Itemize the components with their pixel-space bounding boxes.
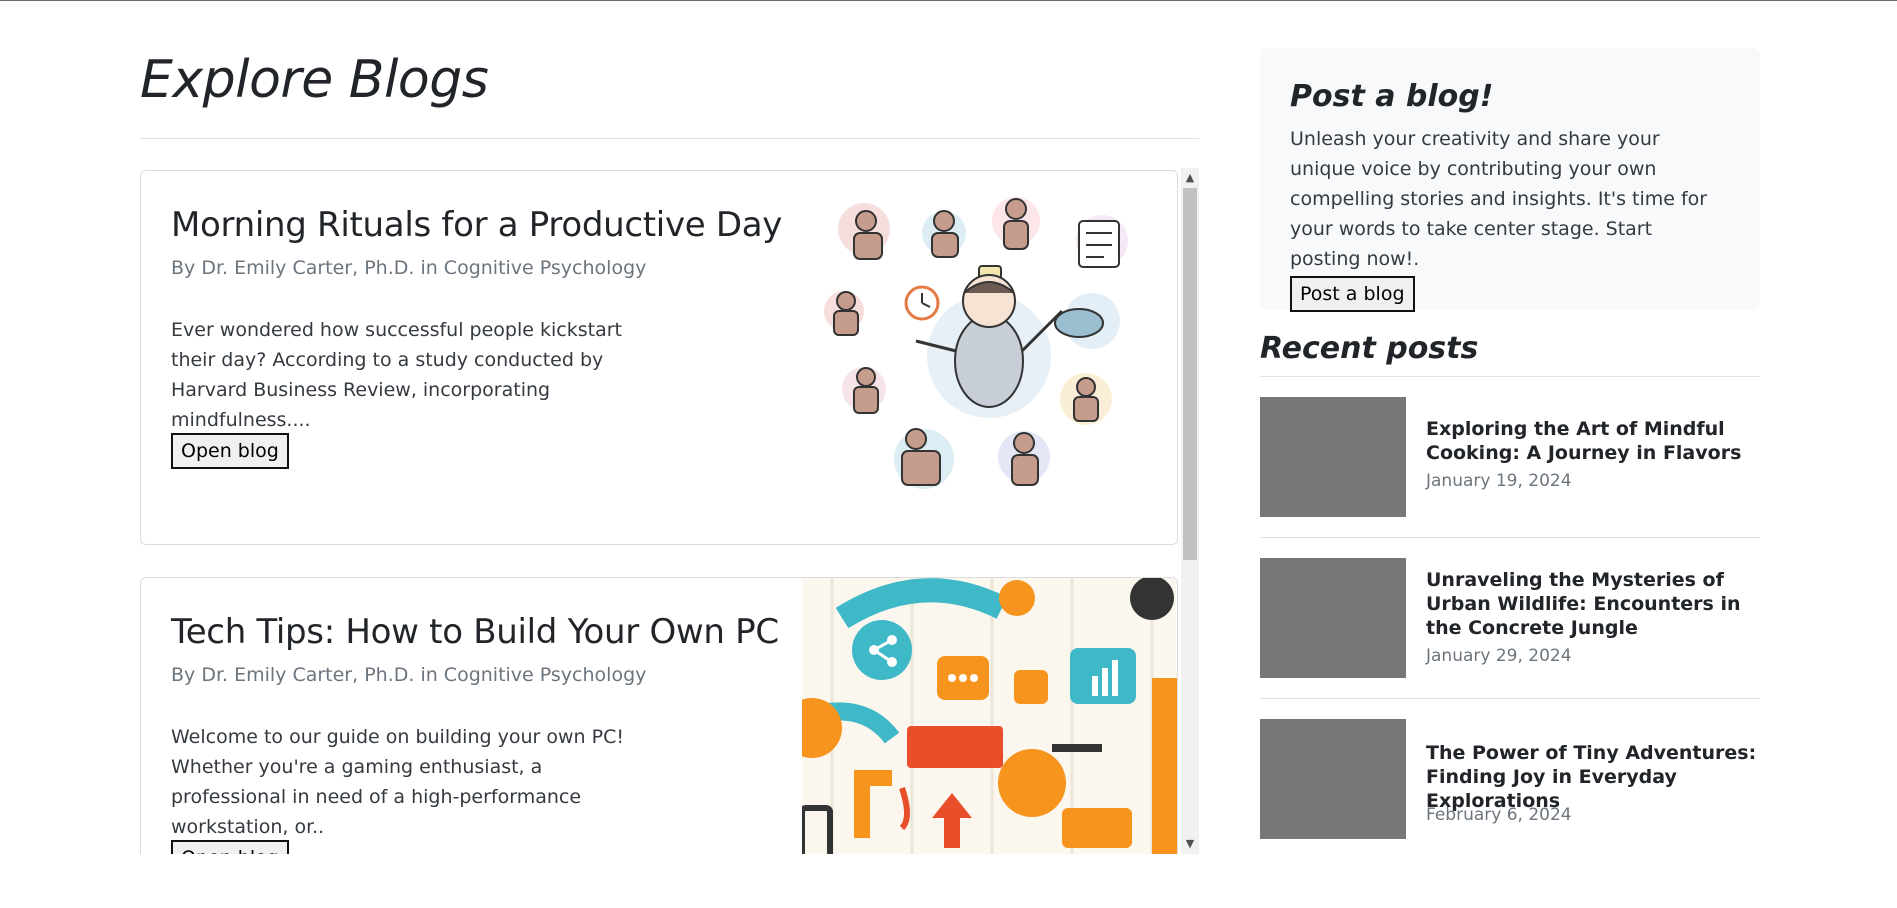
recent-post-date: January 29, 2024	[1426, 646, 1572, 666]
recent-posts-divider	[1260, 376, 1760, 377]
recent-post-thumbnail[interactable]	[1260, 719, 1406, 839]
post-blog-heading: Post a blog!	[1290, 79, 1494, 114]
open-blog-button[interactable]: Open blog	[171, 840, 289, 854]
recent-divider	[1260, 698, 1760, 699]
recent-post-item[interactable]: The Power of Tiny Adventures: Finding Jo…	[1260, 719, 1760, 861]
scroll-down-icon[interactable]: ▼	[1184, 838, 1196, 850]
post-blog-button[interactable]: Post a blog	[1290, 276, 1415, 312]
blog-author: By Dr. Emily Carter, Ph.D. in Cognitive …	[171, 664, 647, 686]
recent-posts-heading: Recent posts	[1260, 331, 1479, 366]
scrollbar[interactable]: ▲ ▼	[1181, 168, 1199, 854]
blog-excerpt: Welcome to our guide on building your ow…	[171, 726, 624, 838]
blog-list[interactable]: Morning Rituals for a Productive Day By …	[140, 168, 1199, 854]
recent-post-thumbnail[interactable]	[1260, 558, 1406, 678]
blog-title: Morning Rituals for a Productive Day	[171, 205, 783, 245]
recent-post-date: February 6, 2024	[1426, 805, 1572, 825]
blog-card: Morning Rituals for a Productive Day By …	[140, 170, 1178, 545]
post-blog-panel: Post a blog! Unleash your creativity and…	[1260, 48, 1760, 312]
recent-post-title[interactable]: Unraveling the Mysteries of Urban Wildli…	[1426, 568, 1760, 640]
recent-post-thumbnail[interactable]	[1260, 397, 1406, 517]
blog-title: Tech Tips: How to Build Your Own PC	[171, 612, 779, 652]
blog-author: By Dr. Emily Carter, Ph.D. in Cognitive …	[171, 257, 647, 279]
blog-excerpt: Ever wondered how successful people kick…	[171, 319, 622, 431]
recent-post-item[interactable]: Unraveling the Mysteries of Urban Wildli…	[1260, 558, 1760, 700]
recent-post-item[interactable]: Exploring the Art of Mindful Cooking: A …	[1260, 397, 1760, 539]
recent-post-title[interactable]: The Power of Tiny Adventures: Finding Jo…	[1426, 741, 1760, 813]
top-border	[0, 0, 1897, 1]
recent-post-title[interactable]: Exploring the Art of Mindful Cooking: A …	[1426, 417, 1760, 465]
open-blog-button[interactable]: Open blog	[171, 433, 289, 469]
title-divider	[140, 138, 1199, 139]
scroll-up-icon[interactable]: ▲	[1184, 172, 1196, 184]
post-blog-text: Unleash your creativity and share your u…	[1290, 128, 1708, 270]
page-title: Explore Blogs	[140, 50, 489, 110]
recent-post-date: January 19, 2024	[1426, 471, 1572, 491]
tech-icons-pattern-icon	[802, 578, 1177, 854]
recent-divider	[1260, 537, 1760, 538]
morning-routine-illustration-icon	[824, 197, 1128, 489]
blog-card: Tech Tips: How to Build Your Own PC By D…	[140, 577, 1178, 854]
scrollbar-thumb[interactable]	[1183, 188, 1197, 560]
